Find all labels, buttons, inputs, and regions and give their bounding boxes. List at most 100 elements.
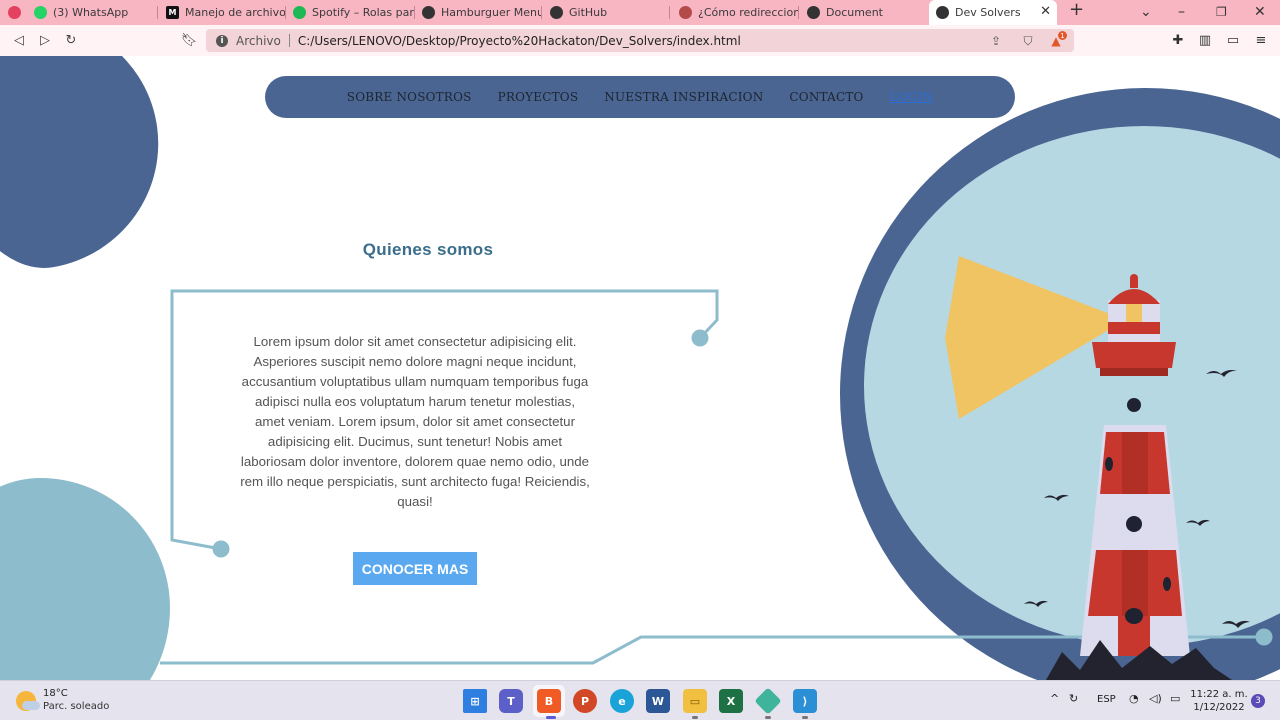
sidebar-icon[interactable]: ▥ <box>1197 32 1213 48</box>
extensions-icon[interactable]: ✚ <box>1170 32 1186 48</box>
nav-link-login[interactable]: LOGIN <box>890 90 934 104</box>
show-hidden-icons-chevron-icon[interactable]: ^ <box>1050 692 1059 705</box>
tab-whatsapp[interactable]: (3) WhatsApp <box>34 0 158 25</box>
tab-github[interactable]: GitHub <box>550 0 670 25</box>
excel-icon[interactable]: X <box>719 689 743 713</box>
edge-icon[interactable]: e <box>610 689 634 713</box>
spotify-icon <box>293 6 306 19</box>
address-divider <box>288 34 290 47</box>
close-tab-icon[interactable]: ✕ <box>1040 5 1051 19</box>
notification-badge[interactable]: 3 <box>1251 694 1265 708</box>
conocer-mas-button[interactable]: CONOCER MAS <box>353 552 477 585</box>
wallet-icon[interactable]: ▭ <box>1225 32 1241 48</box>
back-icon[interactable]: ◁ <box>10 31 28 49</box>
running-indicator <box>692 716 698 719</box>
language-indicator[interactable]: ESP <box>1097 694 1116 705</box>
tab-separator <box>541 6 542 19</box>
address-bar[interactable]: i Archivo C:/Users/LENOVO/Desktop/Proyec… <box>206 29 1074 52</box>
tab-como-redireccionar[interactable]: ¿Cómo redireccionar <box>679 0 799 25</box>
main-navbar: SOBRE NOSOTROS PROYECTOS NUESTRA INSPIRA… <box>265 76 1015 118</box>
tab-label: Dev Solvers <box>955 6 1021 19</box>
nav-link-contacto[interactable]: CONTACTO <box>789 90 863 104</box>
light-beam <box>945 256 1112 419</box>
tab-separator <box>414 6 415 19</box>
forward-icon[interactable]: ▷ <box>36 31 54 49</box>
desktop-screen: (3) WhatsApp M Manejo de archivos Spotif… <box>0 0 1280 720</box>
file-explorer-icon[interactable]: ▭ <box>683 689 707 713</box>
bottom-line-dot <box>1255 628 1273 646</box>
powerpoint-icon[interactable]: P <box>573 689 597 713</box>
web-page: SOBRE NOSOTROS PROYECTOS NUESTRA INSPIRA… <box>0 56 1280 680</box>
whatsapp-icon <box>34 6 47 19</box>
tab-label: GitHub <box>569 6 608 19</box>
bookmark-icon[interactable]: 🔖︎ <box>180 31 198 49</box>
battery-icon[interactable]: ▭ <box>1170 692 1180 705</box>
medium-icon: M <box>166 6 179 19</box>
weather-description: Parc. soleado <box>43 701 110 712</box>
tab-separator <box>798 6 799 19</box>
reload-icon[interactable]: ↻ <box>62 31 80 49</box>
rewards-badge: 1 <box>1058 31 1067 40</box>
section-title: Quienes somos <box>362 240 494 259</box>
vscode-icon[interactable]: ⟩ <box>793 689 817 713</box>
info-icon[interactable]: i <box>216 34 228 47</box>
tab-label: ¿Cómo redireccionar <box>698 6 799 19</box>
windows-taskbar: 18°C Parc. soleado ⊞ T B P e W ▭ X ⟩ ^ ↻… <box>0 680 1280 720</box>
nav-link-nuestra-inspiracion[interactable]: NUESTRA INSPIRACION <box>604 90 763 104</box>
tab-dev-solvers[interactable]: Dev Solvers ✕ <box>929 0 1057 25</box>
menu-icon[interactable]: ≡ <box>1253 32 1269 48</box>
about-paragraph: Lorem ipsum dolor sit amet consectetur a… <box>240 334 590 509</box>
weather-widget[interactable]: 18°C Parc. soleado <box>16 688 109 713</box>
teams-icon[interactable]: T <box>499 689 523 713</box>
tab-hamburguer-menu[interactable]: Hamburguer Menu <box>422 0 542 25</box>
clock-time: 11:22 a. m. <box>1190 689 1248 700</box>
sitepoint-icon <box>679 6 692 19</box>
sync-icon[interactable]: ↻ <box>1069 692 1078 705</box>
tab-label: Spotify – Rolas para la <box>312 6 415 19</box>
minimize-icon[interactable]: – <box>1178 3 1185 21</box>
tab-document[interactable]: Document <box>807 0 927 25</box>
share-icon[interactable]: ⇪ <box>988 33 1004 49</box>
close-window-icon[interactable]: ✕ <box>1254 3 1266 21</box>
tab-separator <box>669 6 670 19</box>
globe-icon <box>807 6 820 19</box>
tab-separator <box>285 6 286 19</box>
frame-dot-left <box>212 540 230 558</box>
word-icon[interactable]: W <box>646 689 670 713</box>
github-icon <box>550 6 563 19</box>
nav-link-proyectos[interactable]: PROYECTOS <box>498 90 579 104</box>
tab-label: Document <box>826 6 883 19</box>
tab-manejo-archivos[interactable]: M Manejo de archivos <box>166 0 286 25</box>
tab-search-chevron-icon[interactable]: ⌄ <box>1140 3 1152 21</box>
decorative-graphics <box>160 256 1273 680</box>
brave-shields-icon[interactable]: ⛉ <box>1020 33 1036 49</box>
running-indicator <box>802 716 808 719</box>
browser-tab-bar: (3) WhatsApp M Manejo de archivos Spotif… <box>0 0 1280 25</box>
maximize-icon[interactable]: ❐ <box>1216 3 1227 21</box>
weather-temperature: 18°C <box>43 688 68 699</box>
address-url[interactable]: C:/Users/LENOVO/Desktop/Proyecto%20Hacka… <box>298 34 741 48</box>
figma-icon <box>8 6 21 19</box>
tab-figma[interactable] <box>8 0 30 25</box>
address-scheme: Archivo <box>236 33 281 48</box>
partly-sunny-icon <box>16 690 40 711</box>
running-indicator <box>765 716 771 719</box>
globe-icon <box>936 6 949 19</box>
tab-separator <box>157 6 158 19</box>
wifi-icon[interactable]: ◔ <box>1129 692 1139 705</box>
tab-label: Manejo de archivos <box>185 6 286 19</box>
tab-label: (3) WhatsApp <box>53 6 129 19</box>
frame-dot-right <box>691 329 709 347</box>
gitkraken-icon[interactable] <box>754 687 782 715</box>
new-tab-button[interactable]: + <box>1069 1 1084 19</box>
system-clock[interactable]: 11:22 a. m. 1/12/2022 <box>1190 688 1248 714</box>
tab-spotify[interactable]: Spotify – Rolas para la <box>293 0 415 25</box>
start-icon[interactable]: ⊞ <box>463 689 487 713</box>
clock-date: 1/12/2022 <box>1193 702 1245 713</box>
nav-link-sobre-nosotros[interactable]: SOBRE NOSOTROS <box>347 90 472 104</box>
volume-icon[interactable]: ◁) <box>1149 692 1162 705</box>
running-indicator <box>546 716 556 719</box>
tab-label: Hamburguer Menu <box>441 6 542 19</box>
browser-toolbar: ◁ ▷ ↻ 🔖︎ i Archivo C:/Users/LENOVO/Deskt… <box>0 25 1280 56</box>
brave-icon[interactable]: B <box>537 689 561 713</box>
